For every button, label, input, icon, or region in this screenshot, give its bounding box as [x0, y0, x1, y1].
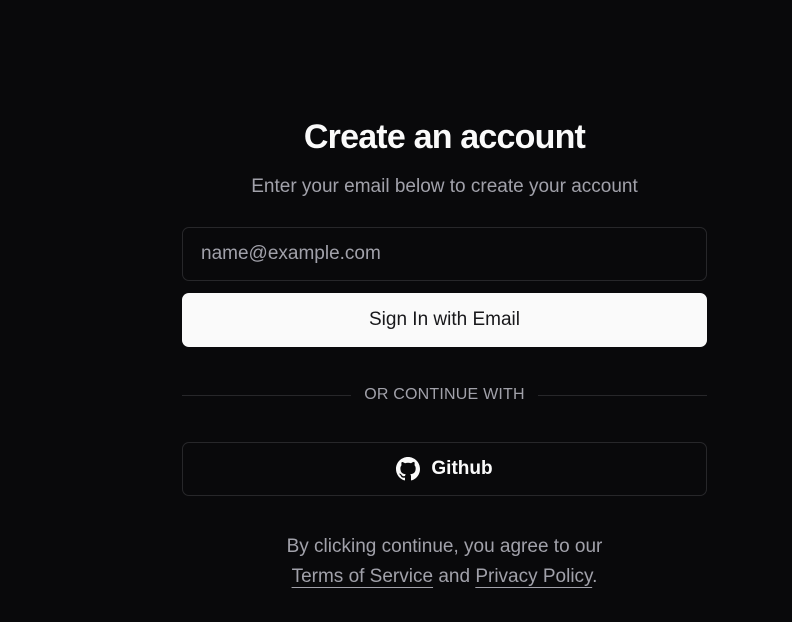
or-divider: OR CONTINUE WITH: [182, 385, 707, 405]
page-title: Create an account: [303, 118, 586, 156]
terms-and-text: and: [438, 566, 471, 587]
terms-prefix: By clicking continue, you agree to our: [286, 536, 603, 557]
terms-of-service-link[interactable]: Terms of Service: [292, 566, 433, 587]
sign-in-with-email-button[interactable]: Sign In with Email: [182, 293, 707, 347]
page-subtitle: Enter your email below to create your ac…: [251, 176, 638, 197]
divider-line-left: [182, 394, 352, 396]
terms-period: .: [592, 566, 598, 587]
github-button[interactable]: Github: [182, 442, 707, 496]
email-field[interactable]: [182, 227, 707, 281]
divider-line-right: [537, 394, 707, 396]
github-icon: [396, 457, 421, 481]
signup-panel: Create an account Enter your email below…: [182, 110, 707, 592]
github-button-label: Github: [431, 458, 493, 479]
divider-label: OR CONTINUE WITH: [364, 386, 525, 403]
auth-page: Create an account Enter your email below…: [0, 0, 792, 622]
terms-notice: By clicking continue, you agree to our T…: [182, 532, 707, 592]
privacy-policy-link[interactable]: Privacy Policy: [475, 566, 592, 587]
